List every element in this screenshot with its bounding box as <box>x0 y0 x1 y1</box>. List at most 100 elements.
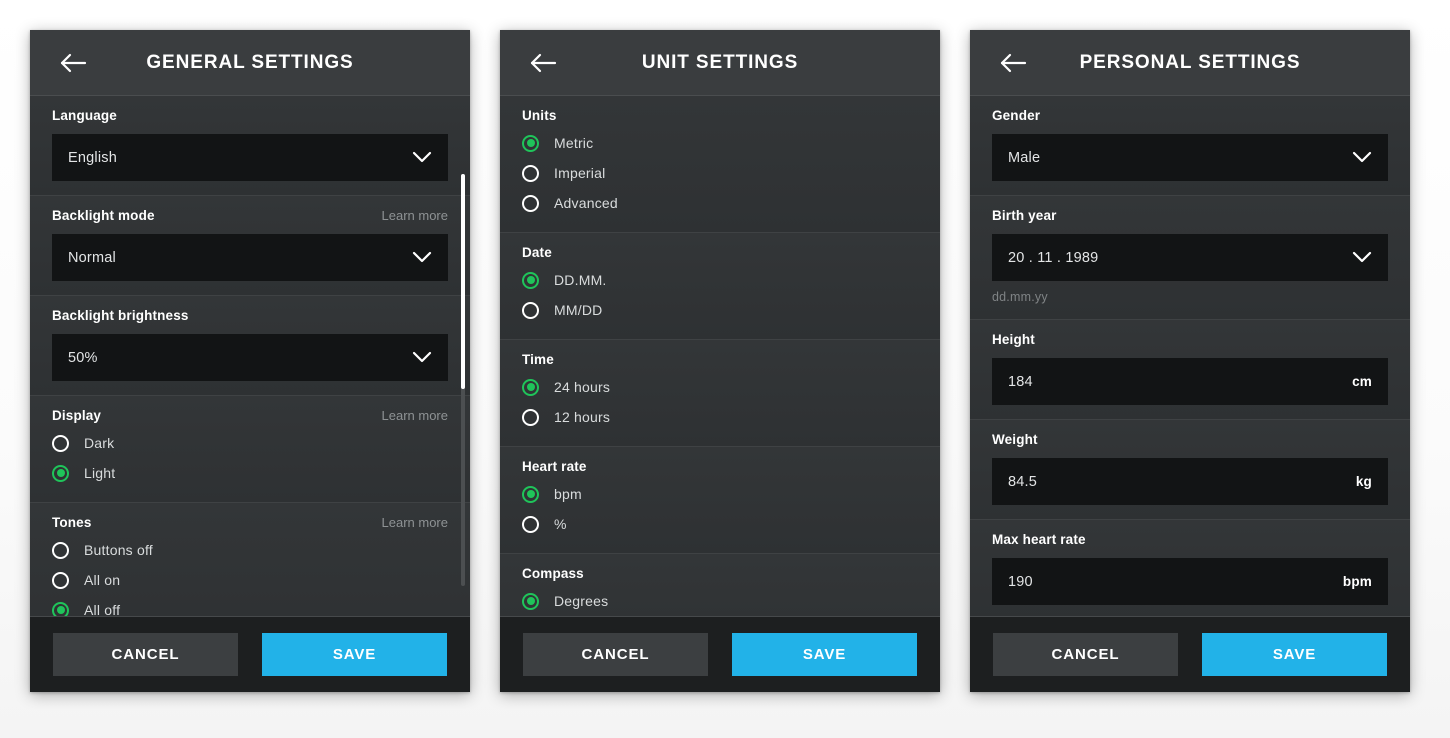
radio-unselected-icon[interactable] <box>522 194 539 212</box>
save-button[interactable]: SAVE <box>1202 633 1387 676</box>
radio-option[interactable]: Imperial <box>522 158 918 188</box>
radio-selected-icon[interactable] <box>522 485 539 503</box>
section-header: Compass <box>522 566 918 586</box>
settings-scroll-area[interactable]: Language English Backlight mode Learn more N… <box>30 96 470 616</box>
radio-option-label: Light <box>84 465 116 481</box>
cancel-button[interactable]: CANCEL <box>523 633 708 676</box>
save-button[interactable]: SAVE <box>262 633 447 676</box>
input-value: 84.5 <box>1008 473 1038 490</box>
settings-scroll-area[interactable]: Units Metric Imperial Advanced Date DD.MM. MM/… <box>500 96 940 616</box>
scrollbar-thumb[interactable] <box>461 174 465 389</box>
chevron-down-icon[interactable] <box>412 348 432 368</box>
radio-option[interactable]: DD.MM. <box>522 265 918 295</box>
arrow-left-icon[interactable] <box>522 46 564 80</box>
radio-option[interactable]: % <box>522 509 918 539</box>
settings-section: Time 24 hours 12 hours <box>500 340 940 447</box>
select-value: English <box>68 149 117 166</box>
section-header: Height <box>992 332 1388 352</box>
radio-option[interactable]: Dark <box>52 428 448 458</box>
cancel-button[interactable]: CANCEL <box>53 633 238 676</box>
radio-option-label: All on <box>84 572 121 588</box>
radio-unselected-icon[interactable] <box>522 515 539 533</box>
radio-option[interactable]: Metric <box>522 128 918 158</box>
section-label: Height <box>992 332 1035 347</box>
settings-scroll-area[interactable]: Gender Male Birth year 20 . 11 . 1989 dd.mm.… <box>970 96 1410 616</box>
text-input-control[interactable]: 184 cm <box>992 358 1388 405</box>
panel-footer: CANCEL SAVE <box>30 616 470 692</box>
radio-option-label: Imperial <box>554 165 606 181</box>
radio-selected-icon[interactable] <box>522 378 539 396</box>
section-label: Date <box>522 245 552 260</box>
section-label: Display <box>52 408 102 423</box>
input-unit-label: kg <box>1355 474 1372 489</box>
learn-more-link[interactable]: Learn more <box>382 408 448 423</box>
panel-footer: CANCEL SAVE <box>500 616 940 692</box>
radio-unselected-icon[interactable] <box>52 541 69 559</box>
input-value: 184 <box>1008 373 1033 390</box>
select-value: Normal <box>68 249 116 266</box>
radio-option[interactable]: MM/DD <box>522 295 918 325</box>
chevron-down-icon[interactable] <box>412 148 432 168</box>
section-label: Backlight mode <box>52 208 155 223</box>
panel-unit-settings: UNIT SETTINGS Units Metric Imperial Advanced… <box>500 30 940 692</box>
radio-option[interactable]: Advanced <box>522 188 918 218</box>
radio-option-label: All off <box>84 602 121 616</box>
section-header: Backlight mode Learn more <box>52 208 448 228</box>
radio-option-label: Buttons off <box>84 542 153 558</box>
select-control[interactable]: Normal <box>52 234 448 281</box>
section-header: Date <box>522 245 918 265</box>
radio-selected-icon[interactable] <box>522 134 539 152</box>
radio-option-label: bpm <box>554 486 582 502</box>
select-value: 20 . 11 . 1989 <box>1008 249 1099 266</box>
chevron-down-icon[interactable] <box>1352 248 1372 268</box>
radio-option[interactable]: Light <box>52 458 448 488</box>
radio-option[interactable]: All on <box>52 565 448 595</box>
radio-option[interactable]: 24 hours <box>522 372 918 402</box>
arrow-left-icon[interactable] <box>992 46 1034 80</box>
select-control[interactable]: English <box>52 134 448 181</box>
select-control[interactable]: 20 . 11 . 1989 <box>992 234 1388 281</box>
radio-option[interactable]: All off <box>52 595 448 616</box>
section-label: Time <box>522 352 554 367</box>
radio-selected-icon[interactable] <box>52 464 69 482</box>
radio-unselected-icon[interactable] <box>52 434 69 452</box>
radio-option[interactable]: Degrees <box>522 586 918 616</box>
radio-selected-icon[interactable] <box>522 271 539 289</box>
radio-option[interactable]: Buttons off <box>52 535 448 565</box>
radio-option-label: 24 hours <box>554 379 611 395</box>
radio-option[interactable]: 12 hours <box>522 402 918 432</box>
learn-more-link[interactable]: Learn more <box>382 515 448 530</box>
radio-unselected-icon[interactable] <box>522 164 539 182</box>
select-control[interactable]: 50% <box>52 334 448 381</box>
section-header: Max heart rate <box>992 532 1388 552</box>
scrollbar-track[interactable] <box>461 174 465 586</box>
section-label: Units <box>522 108 557 123</box>
page-title: UNIT SETTINGS <box>641 51 799 73</box>
settings-section: Birth year 20 . 11 . 1989 dd.mm.yy <box>970 196 1410 320</box>
input-unit-label: bpm <box>1342 574 1372 589</box>
radio-unselected-icon[interactable] <box>522 301 539 319</box>
radio-selected-icon[interactable] <box>52 601 69 616</box>
section-header: Time <box>522 352 918 372</box>
settings-section: Heart rate bpm% <box>500 447 940 554</box>
chevron-down-icon[interactable] <box>1352 148 1372 168</box>
cancel-button[interactable]: CANCEL <box>993 633 1178 676</box>
radio-unselected-icon[interactable] <box>52 571 69 589</box>
radio-unselected-icon[interactable] <box>522 408 539 426</box>
radio-option[interactable]: bpm <box>522 479 918 509</box>
section-label: Compass <box>522 566 584 581</box>
radio-option-label: MM/DD <box>554 302 603 318</box>
save-button[interactable]: SAVE <box>732 633 917 676</box>
chevron-down-icon[interactable] <box>412 248 432 268</box>
radio-selected-icon[interactable] <box>522 592 539 610</box>
section-header: Display Learn more <box>52 408 448 428</box>
text-input-control[interactable]: 190 bpm <box>992 558 1388 605</box>
section-label: Birth year <box>992 208 1057 223</box>
select-control[interactable]: Male <box>992 134 1388 181</box>
section-header: Language <box>52 108 448 128</box>
learn-more-link[interactable]: Learn more <box>382 208 448 223</box>
arrow-left-icon[interactable] <box>52 46 94 80</box>
section-label: Heart rate <box>522 459 587 474</box>
text-input-control[interactable]: 84.5 kg <box>992 458 1388 505</box>
section-header: Units <box>522 108 918 128</box>
